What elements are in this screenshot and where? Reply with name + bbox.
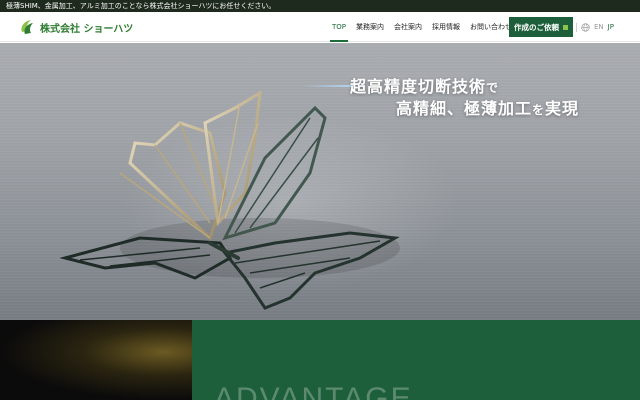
language-switcher: EN JP: [576, 12, 614, 42]
globe-icon: [581, 22, 590, 32]
nav-item-top[interactable]: TOP: [327, 12, 351, 42]
hero-line1-main: 超高精度切断技術: [350, 77, 487, 96]
lang-divider: [576, 22, 577, 32]
cta-square-icon: [563, 24, 568, 30]
lang-jp-link[interactable]: JP: [608, 23, 614, 31]
request-quote-label: 作成のご依頼: [514, 22, 559, 32]
site-header: 株式会社 ショーハツ TOP 業務案内 会社案内 採用情報 お問い合わせ 作成の…: [0, 12, 640, 42]
site-logo[interactable]: 株式会社 ショーハツ: [18, 18, 133, 36]
advantage-panel: ADVANTAGE: [192, 320, 640, 400]
hero-headline-line2: 高精細、極薄加工を実現: [396, 95, 579, 119]
hero-banner: 超高精度切断技術で 高精細、極薄加工を実現: [0, 43, 640, 320]
logo-text: 株式会社 ショーハツ: [40, 23, 134, 35]
advantage-image: [0, 320, 192, 400]
main-nav: TOP 業務案内 会社案内 採用情報 お問い合わせ: [327, 12, 517, 42]
hero-line1-tail: で: [486, 81, 500, 95]
hero-line2-main: 高精細、極薄加工: [396, 99, 533, 118]
hero-line2-end: 実現: [545, 99, 580, 118]
hero-light-streak: [300, 85, 355, 87]
advantage-heading: ADVANTAGE: [214, 382, 413, 400]
nav-item-company[interactable]: 会社案内: [389, 12, 427, 42]
nav-item-recruit[interactable]: 採用情報: [427, 12, 465, 42]
advantage-section: ADVANTAGE: [0, 320, 640, 400]
lang-en-link[interactable]: EN: [594, 23, 604, 31]
butterfly-illustration: [60, 90, 400, 310]
nav-item-services[interactable]: 業務案内: [351, 12, 389, 42]
announcement-text: 極薄SHIM、金属加工、アルミ加工のことなら株式会社ショーハツにお任せください。: [6, 2, 276, 10]
hero-line2-tail: を: [532, 103, 546, 117]
hero-headline-line1: 超高精度切断技術で: [350, 73, 499, 97]
logo-mark-icon: [21, 20, 33, 34]
request-quote-button[interactable]: 作成のご依頼: [509, 17, 573, 37]
announcement-bar: 極薄SHIM、金属加工、アルミ加工のことなら株式会社ショーハツにお任せください。: [0, 0, 640, 12]
